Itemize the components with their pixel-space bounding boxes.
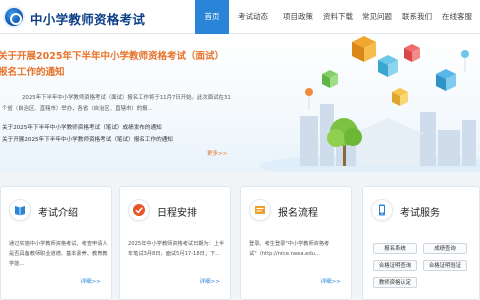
slide-indicator (223, 165, 247, 172)
card-schedule[interactable]: 日程安排 2025年中小学教师资格考试日期为：上半年笔试3月8日，面试5月17-… (119, 186, 231, 300)
card-more-link[interactable]: 详细>> (80, 277, 101, 285)
certificate-verify-button[interactable]: 合格证明验证 (423, 260, 467, 271)
nav-item-contact[interactable]: 联系我们 (397, 0, 437, 34)
site-logo[interactable] (3, 6, 25, 28)
nav-item-exam-news[interactable]: 考试动态 (233, 0, 273, 34)
page: 中小学教师资格考试 首页 考试动态 项目政策 资料下载 常见问题 联系我们 在线… (0, 0, 480, 300)
site-header: 中小学教师资格考试 首页 考试动态 项目政策 资料下载 常见问题 联系我们 在线… (0, 0, 480, 34)
site-title[interactable]: 中小学教师资格考试 (30, 9, 145, 28)
sub-news-link-2[interactable]: 关于开展2025年下半年中小学教师资格考试（笔试）报名工作的通知 (2, 135, 173, 143)
card-title: 报名流程 (278, 208, 318, 219)
nav-item-online-service[interactable]: 在线客服 (437, 0, 477, 34)
headline-news-summary: 2025年下半年中小学教师资格考试（面试）报名工作将于11月7日开始。此次面试在… (2, 93, 234, 114)
card-more-link[interactable]: 详细>> (199, 277, 220, 285)
nav-item-faq[interactable]: 常见问题 (357, 0, 397, 34)
card-description: 2025年中小学教师资格考试日期为：上半年笔试3月8日，面试5月17-18日；下… (128, 241, 225, 257)
more-news-link[interactable]: 更多>> (207, 149, 227, 157)
card-exam-intro[interactable]: 考试介绍 通过实施中小学教师资格考试，考查申请人是否具备教师职业道德、基本素养、… (0, 186, 112, 300)
card-registration-process[interactable]: 报名流程 登录。考生登录"中小学教师资格考试"（http://ntce.neea… (240, 186, 352, 300)
teacher-qualification-button[interactable]: 教师资格认定 (373, 277, 417, 288)
card-title: 考试介绍 (38, 208, 78, 219)
card-exam-services: 考试服务 报名系统 成绩查询 合格证明查询 合格证明验证 教师资格认定 (362, 186, 480, 300)
nav-item-downloads[interactable]: 资料下载 (318, 0, 358, 34)
card-description: 通过实施中小学教师资格考试，考查申请人是否具备教师职业道德、基本素养、教育教学能… (9, 241, 108, 267)
nav-item-home[interactable]: 首页 (195, 0, 229, 34)
checkmark-icon (128, 199, 150, 221)
card-title: 考试服务 (400, 208, 440, 219)
score-query-button[interactable]: 成绩查询 (423, 243, 467, 254)
headline-news-title[interactable]: 关于开展2025年下半年中小学教师资格考试（面试）报名工作的通知 (0, 49, 223, 81)
book-icon (9, 199, 31, 221)
nav-item-policy[interactable]: 项目政策 (278, 0, 318, 34)
headline-news-summary-text: 2025年下半年中小学教师资格考试（面试）报名工作将于11月7日开始。此次面试在… (2, 95, 231, 112)
registration-system-button[interactable]: 报名系统 (373, 243, 417, 254)
certificate-query-button[interactable]: 合格证明查询 (373, 260, 417, 271)
card-description: 登录。考生登录"中小学教师资格考试"（http://ntce.neea.edu.… (249, 241, 330, 257)
card-title: 日程安排 (157, 208, 197, 219)
phone-icon (371, 199, 393, 221)
certificate-icon (249, 199, 271, 221)
card-more-link[interactable]: 详细>> (320, 277, 341, 285)
news-banner: 关于开展2025年下半年中小学教师资格考试（面试）报名工作的通知 2025年下半… (0, 34, 480, 172)
sub-news-link-1[interactable]: 关于2025年下半年中小学教师资格考试（笔试）成绩发布的通知 (2, 123, 162, 131)
